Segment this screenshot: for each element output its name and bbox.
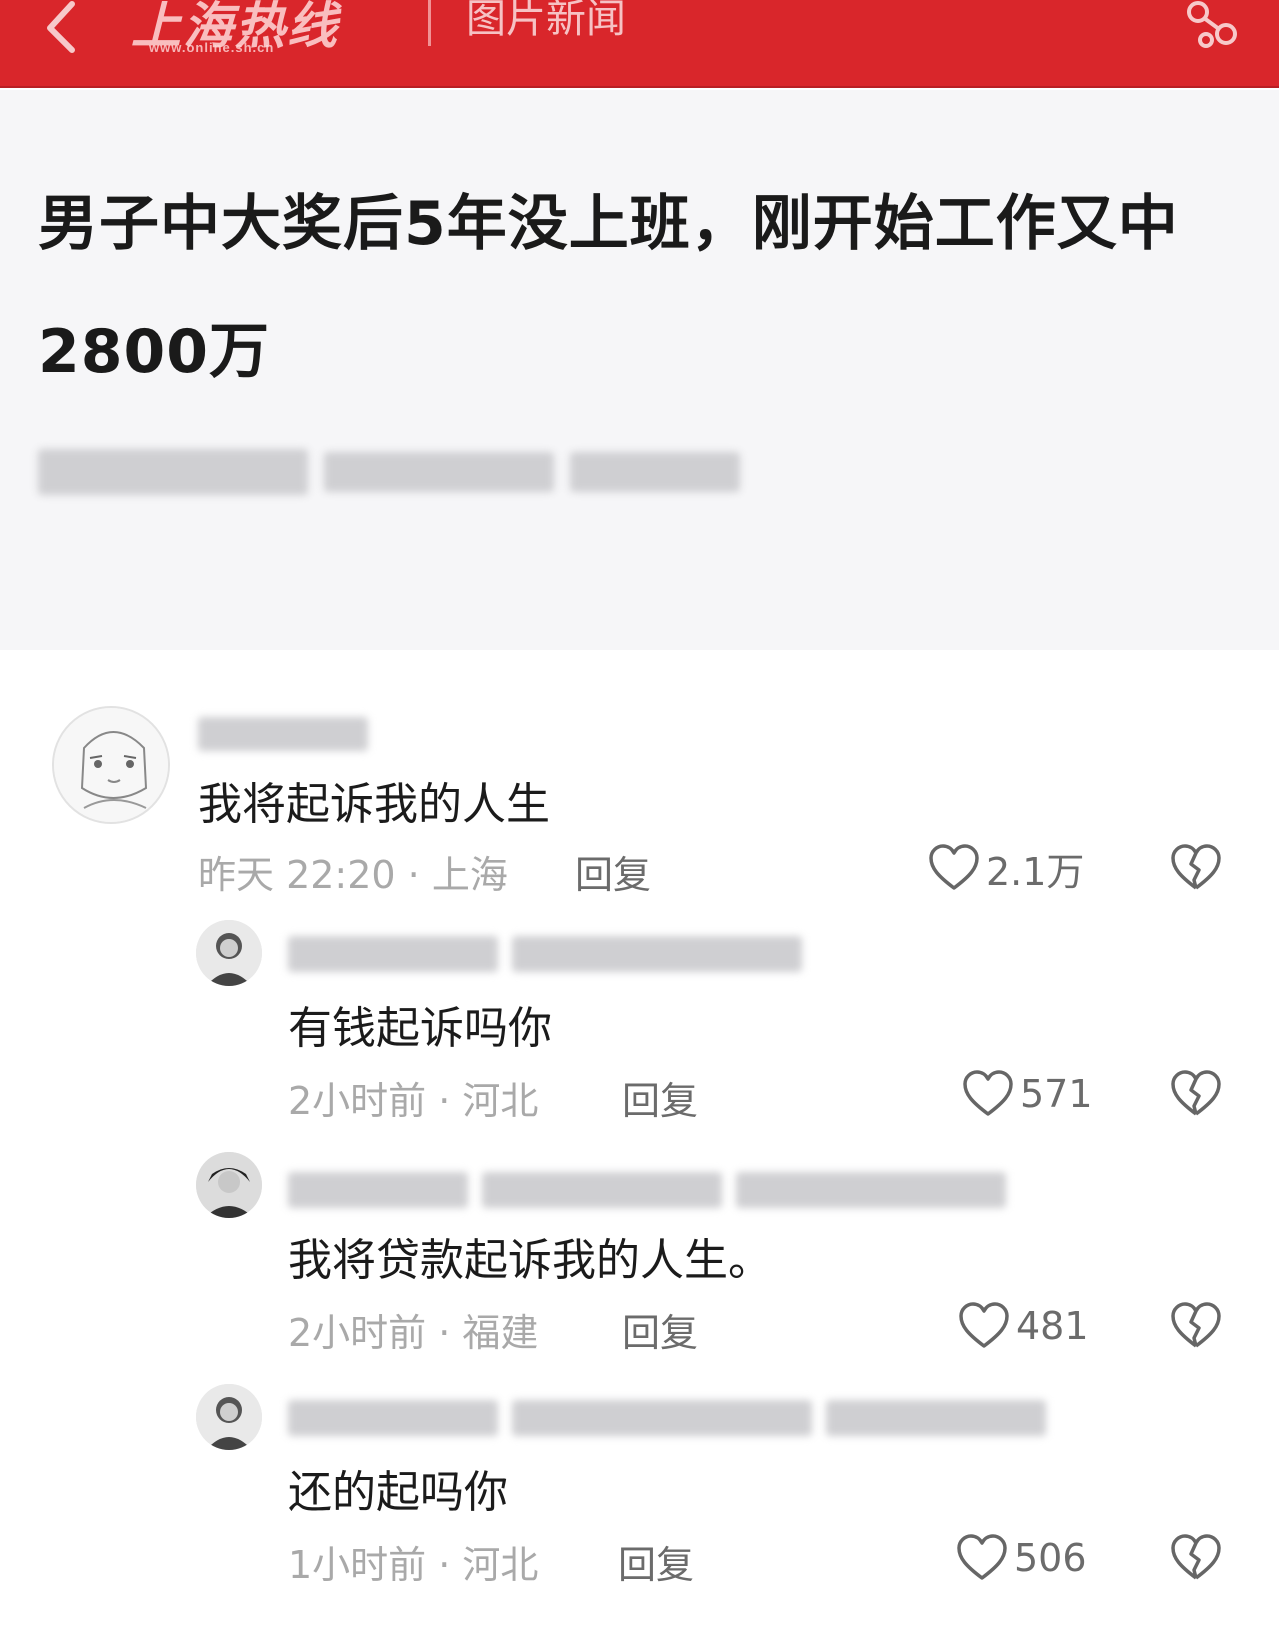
comment-username-blurred[interactable] (288, 1398, 1046, 1438)
heart-icon (929, 844, 979, 890)
reply-button[interactable]: 回复 (622, 1302, 698, 1357)
comment-text: 有钱起诉吗你 (288, 1003, 552, 1054)
like-count: 2.1万 (986, 849, 1085, 894)
reply-item: 还的起吗你 1小时前 · 河北 回复 506 (0, 1384, 1279, 1624)
top-bar: 上海热线 www.online.sh.cn 图片新闻 (0, 0, 1279, 88)
portrait-avatar (196, 1384, 262, 1450)
broken-heart-icon (1171, 1302, 1221, 1348)
comment-username-blurred[interactable] (288, 1170, 1006, 1210)
heart-icon (963, 1070, 1013, 1116)
chevron-left-icon (47, 1, 75, 53)
heart-icon (957, 1534, 1007, 1580)
blurred-time (570, 452, 740, 492)
comment-meta: 2小时前 · 福建 (288, 1311, 539, 1355)
dislike-button[interactable] (1168, 1066, 1224, 1122)
avatar[interactable] (196, 1384, 262, 1450)
comment-username-blurred[interactable] (288, 934, 802, 974)
comment-meta: 2小时前 · 河北 (288, 1079, 539, 1123)
logo-url: www.online.sh.cn (149, 40, 275, 55)
reply-button[interactable]: 回复 (575, 844, 651, 899)
dislike-button[interactable] (1168, 1530, 1224, 1586)
like-count: 506 (1014, 1536, 1087, 1580)
header-divider (428, 0, 431, 46)
article-header: 男子中大奖后5年没上班，刚开始工作又中2800万 (0, 90, 1279, 650)
avatar[interactable] (196, 920, 262, 986)
reply-item: 有钱起诉吗你 2小时前 · 河北 回复 571 (0, 920, 1279, 1150)
heart-icon (959, 1302, 1009, 1348)
article-title: 男子中大奖后5年没上班，刚开始工作又中2800万 (38, 189, 1179, 387)
like-count: 481 (1016, 1304, 1089, 1348)
comment-text: 我将起诉我的人生 (198, 779, 550, 830)
comment-section: 我将起诉我的人生 昨天 22:20 · 上海 回复 2.1万 有钱起诉吗你 2小… (0, 650, 1279, 1631)
broken-heart-icon (1171, 844, 1221, 890)
share-icon (1187, 1, 1237, 48)
comment-meta: 昨天 22:20 · 上海 (198, 853, 508, 897)
reply-button[interactable]: 回复 (618, 1534, 694, 1589)
avatar[interactable] (52, 706, 170, 824)
like-button[interactable]: 481 (958, 1298, 1089, 1354)
back-button[interactable] (30, 0, 90, 60)
broken-heart-icon (1171, 1070, 1221, 1116)
comment-meta: 1小时前 · 河北 (288, 1543, 539, 1587)
like-count: 571 (1020, 1072, 1093, 1116)
comment-text: 我将贷款起诉我的人生。 (288, 1235, 772, 1286)
dislike-button[interactable] (1168, 840, 1224, 896)
reply-item: 我将贷款起诉我的人生。 2小时前 · 福建 回复 481 (0, 1152, 1279, 1382)
comment-username-blurred[interactable] (198, 714, 368, 754)
site-logo[interactable]: 上海热线 www.online.sh.cn (125, 0, 395, 64)
reply-button[interactable]: 回复 (622, 1070, 698, 1125)
broken-heart-icon (1171, 1534, 1221, 1580)
comment-item: 我将起诉我的人生 昨天 22:20 · 上海 回复 2.1万 (0, 650, 1279, 897)
sketch-portrait-avatar (54, 708, 168, 822)
blurred-date (324, 452, 554, 492)
like-button[interactable]: 506 (956, 1530, 1087, 1586)
avatar[interactable] (196, 1152, 262, 1218)
section-title: 图片新闻 (466, 0, 626, 42)
portrait-avatar (196, 920, 262, 986)
blurred-source (38, 449, 308, 495)
dislike-button[interactable] (1168, 1298, 1224, 1354)
like-button[interactable]: 571 (962, 1066, 1093, 1122)
comment-text: 还的起吗你 (288, 1467, 508, 1518)
article-meta-blurred (38, 445, 778, 499)
like-button[interactable]: 2.1万 (928, 840, 1084, 896)
portrait-avatar (196, 1152, 262, 1218)
share-button[interactable] (1180, 0, 1244, 56)
